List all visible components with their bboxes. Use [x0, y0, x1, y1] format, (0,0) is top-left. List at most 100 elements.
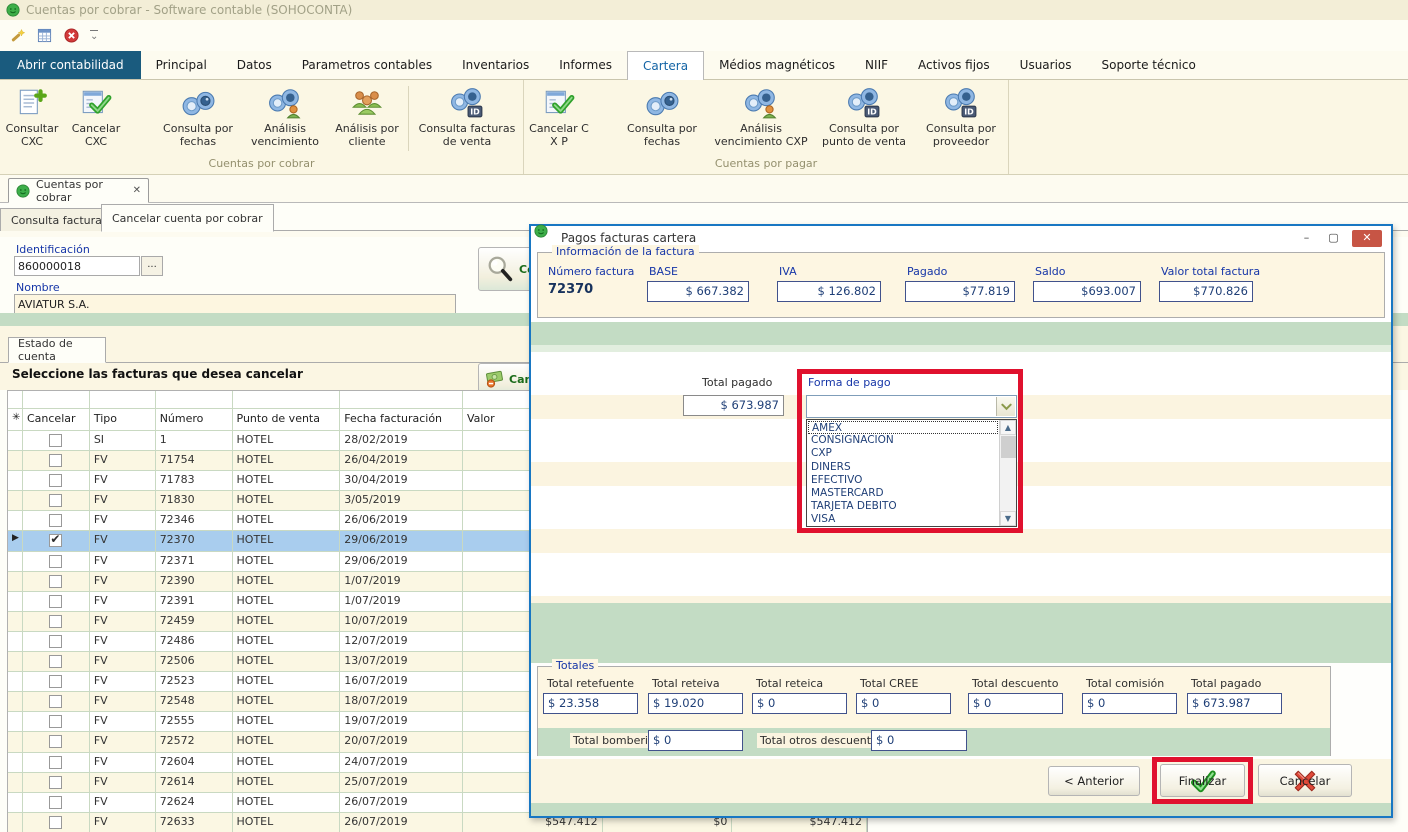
row-indicator: [8, 773, 23, 793]
column-header-tipo[interactable]: Tipo: [90, 409, 156, 431]
tab-cuentas-por-cobrar[interactable]: Cuentas por cobrar ✕: [8, 178, 149, 203]
menu-item-cartera[interactable]: Cartera: [627, 51, 704, 80]
cancelar-checkbox[interactable]: [49, 816, 62, 829]
menu-item-médios-magnéticos[interactable]: Médios magnéticos: [704, 51, 850, 79]
column-header-cancelar[interactable]: Cancelar: [23, 409, 90, 431]
column-header-punto-de-venta[interactable]: Punto de venta: [233, 409, 341, 431]
ribbon-item-consulta-por-punto-de-venta[interactable]: IDConsulta por punto de venta: [814, 84, 914, 148]
cancelar-checkbox[interactable]: [49, 796, 62, 809]
cancelar-checkbox[interactable]: [49, 735, 62, 748]
punto-venta-cell: HOTEL: [233, 531, 341, 551]
cancelar-checkbox[interactable]: [49, 695, 62, 708]
cancelar-checkbox[interactable]: [49, 534, 62, 547]
column-header-número[interactable]: Número: [156, 409, 233, 431]
cancelar-checkbox[interactable]: [49, 494, 62, 507]
cancelar-checkbox[interactable]: [49, 635, 62, 648]
cancelar-checkbox[interactable]: [49, 675, 62, 688]
maximize-button[interactable]: ▢: [1322, 230, 1345, 247]
anterior-button[interactable]: < Anterior: [1048, 766, 1140, 796]
info-value-valor-total-factura[interactable]: $770.826: [1159, 281, 1253, 302]
close-button[interactable]: ✕: [1352, 230, 1382, 247]
magnifier-icon: [485, 254, 515, 284]
cancelar-cell: [23, 692, 90, 712]
cancelar-checkbox[interactable]: [49, 575, 62, 588]
menu-item-soporte-técnico[interactable]: Soporte técnico: [1087, 51, 1211, 79]
menu-item-abrir-contabilidad[interactable]: Abrir contabilidad: [0, 51, 141, 79]
cancelar-checkbox[interactable]: [49, 514, 62, 527]
close-red-icon[interactable]: [63, 27, 80, 44]
ribbon-item-cancelar-cxc[interactable]: Cancelar CXC: [64, 84, 128, 148]
cancelar-checkbox[interactable]: [49, 715, 62, 728]
totales-value-4[interactable]: $ 0: [968, 693, 1063, 714]
total-bomberil-box[interactable]: $ 0: [648, 730, 743, 751]
menu-item-inventarios[interactable]: Inventarios: [447, 51, 544, 79]
total-pagado-box[interactable]: $ 673.987: [683, 395, 784, 416]
nombre-input[interactable]: [14, 294, 456, 314]
total-otros-descuentos-box[interactable]: $ 0: [871, 730, 967, 751]
menu-item-principal[interactable]: Principal: [141, 51, 222, 79]
wand-icon[interactable]: [9, 27, 26, 44]
identificacion-input[interactable]: [14, 256, 140, 276]
info-value-pagado[interactable]: $77.819: [905, 281, 1015, 302]
row-indicator: [8, 511, 23, 531]
ribbon-group-0: Consultar CXCCancelar CXC Consulta por fe…: [0, 80, 524, 174]
totales-value-5[interactable]: $ 0: [1082, 693, 1177, 714]
tipo-cell: FV: [90, 813, 156, 832]
menu-item-parametros-contables[interactable]: Parametros contables: [287, 51, 447, 79]
column-header[interactable]: ✳: [8, 409, 23, 431]
totales-value-6[interactable]: $ 673.987: [1187, 693, 1282, 714]
numero-cell: 72523: [156, 672, 233, 692]
cancelar-checkbox[interactable]: [49, 595, 62, 608]
qat-overflow-arrow[interactable]: ⌄: [90, 30, 98, 41]
totales-value-3[interactable]: $ 0: [856, 693, 951, 714]
identificacion-lookup-button[interactable]: ...: [141, 256, 163, 276]
cancelar-cell: [23, 732, 90, 752]
ribbon-item-análisis-por-cliente[interactable]: Análisis por cliente: [328, 84, 406, 148]
cancelar-checkbox[interactable]: [49, 454, 62, 467]
ribbon-item-consulta-facturas-de-venta[interactable]: IDConsulta facturas de venta: [411, 84, 523, 148]
menu-item-datos[interactable]: Datos: [222, 51, 287, 79]
totales-value-1[interactable]: $ 19.020: [648, 693, 743, 714]
ribbon-item-consulta-por-fechas[interactable]: Consulta por fechas: [616, 84, 708, 148]
cancelar-checkbox[interactable]: [49, 615, 62, 628]
punto-venta-cell: HOTEL: [233, 632, 341, 652]
cancelar-cell: [23, 813, 90, 832]
cancelar-checkbox[interactable]: [49, 655, 62, 668]
menu-item-niif[interactable]: NIIF: [850, 51, 903, 79]
tipo-cell: FV: [90, 491, 156, 511]
fecha-cell: 3/05/2019: [340, 491, 463, 511]
info-value-saldo[interactable]: $693.007: [1033, 281, 1141, 302]
ribbon-item-label: Consulta facturas de venta: [411, 123, 523, 148]
minimize-button[interactable]: –: [1295, 230, 1318, 247]
cancelar-checkbox[interactable]: [49, 555, 62, 568]
cancelar-checkbox[interactable]: [49, 474, 62, 487]
cancelar-cell: [23, 451, 90, 471]
app-icon: [6, 3, 20, 17]
row-indicator: [8, 632, 23, 652]
tab-estado-de-cuenta[interactable]: Estado de cuenta: [8, 337, 106, 363]
calculator-icon[interactable]: [36, 27, 53, 44]
menu-item-informes[interactable]: Informes: [544, 51, 627, 79]
cancelar-checkbox[interactable]: [49, 756, 62, 769]
ribbon-item-consulta-por-proveedor[interactable]: IDConsulta por proveedor: [914, 84, 1008, 148]
cancelar-checkbox[interactable]: [49, 776, 62, 789]
ribbon-item-análisis-vencimiento-cxp[interactable]: Análisis vencimiento CXP: [708, 84, 814, 148]
ribbon-item-cancelar-c-x-p[interactable]: Cancelar C X P: [524, 84, 594, 148]
ribbon-item-análisis-vencimiento[interactable]: Análisis vencimiento: [242, 84, 328, 148]
tab-cancelar-cuenta-por-cobrar[interactable]: Cancelar cuenta por cobrar: [101, 204, 274, 232]
info-value-iva[interactable]: $ 126.802: [777, 281, 881, 302]
cancelar-checkbox[interactable]: [49, 434, 62, 447]
info-value-base[interactable]: $ 667.382: [647, 281, 749, 302]
ribbon-item-consulta-por-fechas[interactable]: Consulta por fechas: [154, 84, 242, 148]
cancelar-cell: [23, 612, 90, 632]
menu-item-activos-fijos[interactable]: Activos fijos: [903, 51, 1005, 79]
column-header-fecha-facturación[interactable]: Fecha facturación: [340, 409, 463, 431]
tipo-cell: FV: [90, 572, 156, 592]
ribbon-item-label: Análisis vencimiento CXP: [708, 123, 814, 148]
menu-item-usuarios[interactable]: Usuarios: [1005, 51, 1087, 79]
close-tab-icon[interactable]: ✕: [133, 185, 141, 196]
cancelar-button[interactable]: Cancelar: [1258, 764, 1352, 797]
totales-value-0[interactable]: $ 23.358: [543, 693, 638, 714]
ribbon-item-consultar-cxc[interactable]: Consultar CXC: [0, 84, 64, 148]
totales-value-2[interactable]: $ 0: [752, 693, 847, 714]
